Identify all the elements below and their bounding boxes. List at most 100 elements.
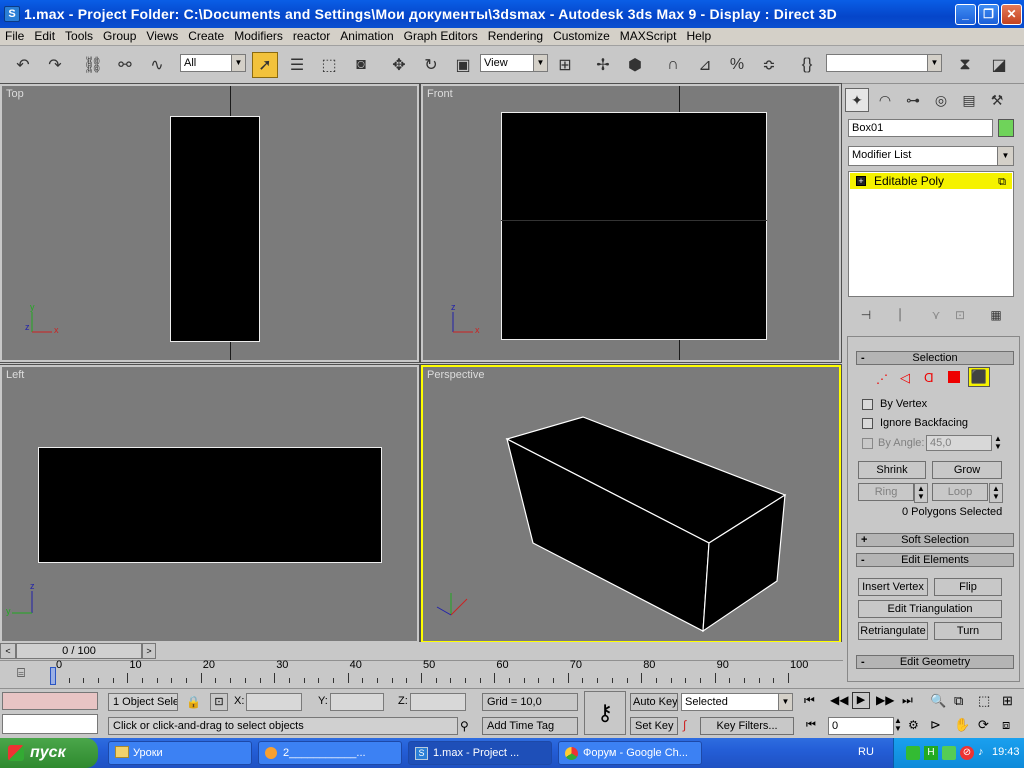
menu-animation[interactable]: Animation xyxy=(335,28,398,45)
maximize-button[interactable]: ❐ xyxy=(978,4,999,25)
zoom-extents-icon[interactable]: ⬚ xyxy=(978,693,990,709)
modifier-list-dropdown[interactable]: Modifier List ▼ xyxy=(848,146,1014,166)
set-key-big-icon[interactable]: ⚷ xyxy=(584,691,626,735)
redo-icon[interactable]: ↷ xyxy=(42,52,68,78)
menu-graph-editors[interactable]: Graph Editors xyxy=(399,28,483,45)
time-configuration-icon[interactable]: ⚙ xyxy=(908,718,919,732)
box-object-left-view[interactable] xyxy=(38,447,382,563)
z-coordinate-field[interactable] xyxy=(410,693,466,711)
loop-button[interactable]: Loop xyxy=(932,483,988,501)
remove-modifier-icon[interactable]: ⊡ xyxy=(947,302,973,328)
polygon-mode-icon[interactable] xyxy=(948,371,960,383)
field-of-view-icon[interactable]: ⊳ xyxy=(930,717,941,733)
ignore-backfacing-checkbox[interactable] xyxy=(862,418,873,429)
edit-named-selection-icon[interactable]: {} xyxy=(794,52,820,78)
object-color-swatch[interactable] xyxy=(998,119,1014,137)
rollout-selection-header[interactable]: - Selection xyxy=(856,351,1014,365)
lock-icon[interactable]: 🔒 xyxy=(186,695,201,709)
zoom-all-icon[interactable]: ⧉ xyxy=(954,693,963,709)
tray-blocked-icon[interactable]: ⊘ xyxy=(960,746,974,760)
pan-icon[interactable]: ✋ xyxy=(954,717,970,733)
time-slider-left-arrow[interactable]: < xyxy=(0,643,16,659)
selection-filter-dropdown[interactable]: All ▼ xyxy=(180,54,246,72)
make-unique-icon[interactable]: ⋎ xyxy=(923,302,949,328)
go-to-start-icon[interactable]: ⏮ xyxy=(804,693,815,708)
menu-group[interactable]: Group xyxy=(98,28,141,45)
y-coordinate-field[interactable] xyxy=(330,693,384,711)
task-chrome[interactable]: Форум - Google Ch... xyxy=(558,741,702,765)
key-tangent-icon[interactable]: ∫ xyxy=(683,718,686,732)
menu-customize[interactable]: Customize xyxy=(548,28,615,45)
loop-spinner-icon[interactable]: ▲ ▼ xyxy=(989,483,1003,503)
angle-spinner-field[interactable]: 45,0 xyxy=(926,435,992,451)
menu-tools[interactable]: Tools xyxy=(60,28,98,45)
menu-create[interactable]: Create xyxy=(183,28,229,45)
utilities-tab-icon[interactable]: ⚒ xyxy=(985,88,1009,112)
go-to-end-icon[interactable]: ⏭ xyxy=(902,693,913,708)
undo-icon[interactable]: ↶ xyxy=(10,52,36,78)
viewport-top[interactable]: Top y x z xyxy=(0,83,420,363)
turn-button[interactable]: Turn xyxy=(934,622,1002,640)
angle-snap-icon[interactable]: ⊿ xyxy=(692,52,718,78)
viewport-perspective[interactable]: Perspective xyxy=(420,364,842,644)
x-coordinate-field[interactable] xyxy=(246,693,302,711)
start-button[interactable]: пуск xyxy=(0,738,98,768)
menu-views[interactable]: Views xyxy=(141,28,183,45)
curve-editor-icon[interactable]: ⌸ xyxy=(10,665,32,685)
scale-icon[interactable]: ▣ xyxy=(450,52,476,78)
menu-rendering[interactable]: Rendering xyxy=(483,28,548,45)
minimize-button[interactable]: _ xyxy=(955,4,976,25)
set-key-button[interactable]: Set Key xyxy=(630,717,678,735)
window-crossing-icon[interactable]: ◙ xyxy=(348,52,374,78)
task-uroki[interactable]: Уроки xyxy=(108,741,252,765)
unlink-icon[interactable]: ⚯ xyxy=(112,52,138,78)
stack-item-editable-poly[interactable]: + Editable Poly ⧉ xyxy=(850,173,1012,189)
align-icon[interactable]: ◪ xyxy=(986,52,1012,78)
tray-speaker-icon[interactable]: ♪ xyxy=(978,746,984,758)
maxscript-listener-white[interactable] xyxy=(2,714,98,734)
flip-button[interactable]: Flip xyxy=(934,578,1002,596)
app-icon[interactable]: S xyxy=(4,6,20,22)
mirror-icon[interactable]: ⧗ xyxy=(952,52,978,78)
next-frame-icon[interactable]: ▶▶ xyxy=(876,693,894,707)
ring-spinner-icon[interactable]: ▲ ▼ xyxy=(914,483,928,503)
previous-frame-icon[interactable]: ◀◀ xyxy=(830,693,848,707)
maximize-viewport-icon[interactable]: ⧈ xyxy=(1002,717,1010,733)
maxscript-listener-pink[interactable] xyxy=(2,692,98,710)
vertex-mode-icon[interactable]: ⋰ xyxy=(876,372,888,386)
spinner-arrows-icon[interactable]: ▲ ▼ xyxy=(994,435,1002,451)
named-selection-dropdown[interactable]: ▼ xyxy=(826,54,942,72)
insert-vertex-button[interactable]: Insert Vertex xyxy=(858,578,928,596)
rotate-icon[interactable]: ↻ xyxy=(418,52,444,78)
edge-mode-icon[interactable]: ◁ xyxy=(900,370,910,386)
menu-help[interactable]: Help xyxy=(681,28,716,45)
element-mode-icon[interactable]: ⬛ xyxy=(968,367,990,387)
frame-spinner-icon[interactable]: ▲ ▼ xyxy=(894,717,902,733)
key-mode-toggle-icon[interactable]: ⏮ xyxy=(806,719,816,732)
viewport-left[interactable]: Left z y xyxy=(0,364,420,644)
menu-maxscript[interactable]: MAXScript xyxy=(615,28,682,45)
link-icon[interactable]: ⛓ xyxy=(80,52,106,78)
bind-space-warp-icon[interactable]: ∿ xyxy=(144,52,170,78)
absolute-mode-icon[interactable]: ⊡ xyxy=(210,693,228,711)
tray-network-icon[interactable] xyxy=(942,746,956,760)
task-document[interactable]: 2___________... xyxy=(258,741,402,765)
snaps-toggle-icon[interactable]: ∩ xyxy=(660,52,686,78)
pin-stack-icon[interactable]: ⊣ xyxy=(853,302,879,328)
viewport-front[interactable]: Front z x xyxy=(420,83,842,363)
by-angle-checkbox[interactable] xyxy=(862,438,873,449)
rollout-soft-selection-header[interactable]: + Soft Selection xyxy=(856,533,1014,547)
by-vertex-checkbox[interactable] xyxy=(862,399,873,410)
time-slider-right-arrow[interactable]: > xyxy=(142,643,156,659)
menu-file[interactable]: File xyxy=(0,28,29,45)
object-name-field[interactable]: Box01 xyxy=(848,119,993,137)
hierarchy-tab-icon[interactable]: ⊶ xyxy=(901,88,925,112)
language-indicator[interactable]: RU xyxy=(858,746,874,758)
display-tab-icon[interactable]: ▤ xyxy=(957,88,981,112)
modify-tab-icon[interactable]: ◠ xyxy=(873,88,897,112)
key-filters-button[interactable]: Key Filters... xyxy=(700,717,794,735)
reference-coordinate-dropdown[interactable]: View ▼ xyxy=(480,54,548,72)
pivot-center-icon[interactable]: ⊞ xyxy=(552,52,578,78)
arc-rotate-icon[interactable]: ⟳ xyxy=(978,717,989,733)
box-object-front-view[interactable] xyxy=(501,112,767,340)
